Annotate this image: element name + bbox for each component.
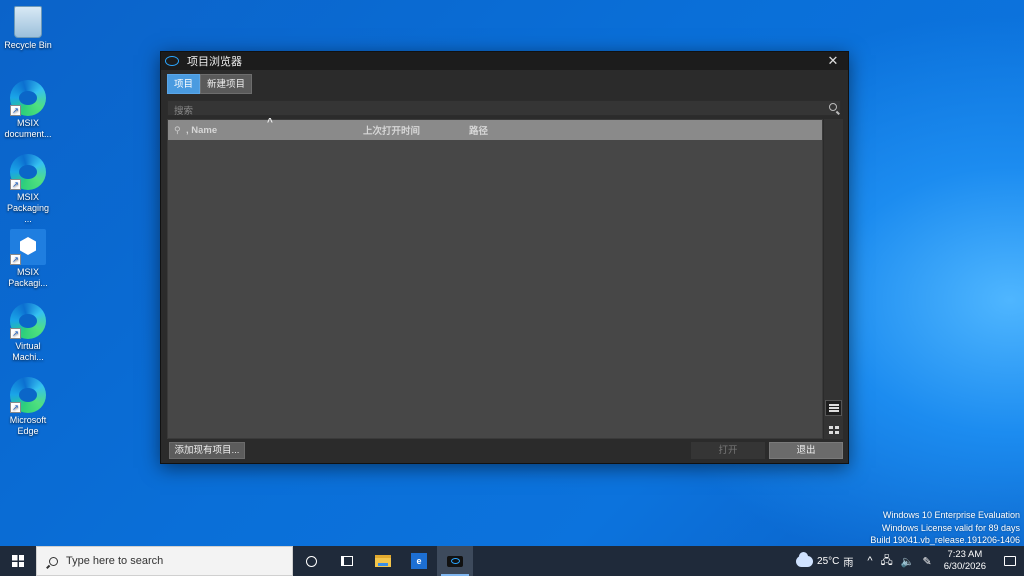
edge-icon: ↗ — [10, 377, 46, 413]
sort-ascending-icon: ^ — [267, 117, 273, 128]
project-browser-taskbar-button[interactable] — [437, 546, 473, 576]
watermark-build: Build 19041.vb_release.191206-1406 — [870, 535, 1020, 545]
open-button[interactable]: 打开 — [691, 442, 765, 459]
shortcut-arrow-icon: ↗ — [10, 328, 21, 339]
search-icon — [49, 556, 58, 566]
app-eye-icon — [447, 555, 463, 567]
start-button[interactable] — [0, 546, 36, 576]
package-icon: ↗ — [10, 229, 46, 265]
tab-bar: 项目 新建项目 — [167, 74, 253, 94]
desktop-icon-label: MSIX Packagi... — [8, 267, 48, 288]
folder-icon — [375, 555, 391, 567]
column-name-label: , Name — [186, 124, 218, 136]
grid-view-button[interactable] — [825, 422, 842, 438]
pin-icon: ⚲ — [174, 124, 181, 135]
weather-description: 雨 — [843, 557, 854, 569]
cortana-icon — [305, 555, 317, 567]
watermark-license: Windows License valid for 89 days — [881, 522, 1020, 533]
store-icon: e — [411, 553, 427, 569]
clock[interactable]: 7:23 AM 6/30/2026 — [944, 549, 986, 573]
pen-icon[interactable]: ✎ — [923, 555, 932, 568]
system-tray: 25°C 雨 ^ 🖧 🔈 ✎ 7:23 AM 6/30/2026 — [796, 546, 1024, 576]
desktop-icon-label: MSIX document... — [4, 118, 52, 139]
chevron-up-icon[interactable]: ^ — [867, 555, 872, 567]
weather-temperature: 25°C — [817, 555, 840, 567]
clock-date: 6/30/2026 — [943, 561, 986, 572]
taskbar: Type here to search e 25°C 雨 ^ 🖧 🔈 ✎ 7:2… — [0, 546, 1024, 576]
search-box — [167, 100, 841, 119]
volume-icon[interactable]: 🔈 — [901, 555, 915, 568]
desktop-icon-label: MSIX Packaging ... — [6, 192, 50, 224]
list-view-button[interactable] — [825, 400, 842, 416]
tab-new-project[interactable]: 新建项目 — [200, 74, 253, 94]
desktop-icon-msix-packaging-tool[interactable]: ↗ MSIX Packagi... — [2, 229, 54, 289]
weather-widget[interactable]: 25°C 雨 — [796, 551, 854, 569]
rain-cloud-icon — [796, 551, 814, 567]
edge-icon: ↗ — [10, 303, 46, 339]
column-header-last-opened[interactable]: 上次打开时间 — [363, 123, 420, 137]
recycle-bin-icon — [14, 6, 42, 38]
close-button[interactable]: ✕ — [818, 53, 848, 69]
column-header-name[interactable]: ⚲ , Name — [174, 125, 217, 136]
window-titlebar[interactable]: 项目浏览器 ✕ — [161, 52, 848, 70]
desktop-icon-label: Recycle Bin — [4, 40, 52, 50]
task-view-icon — [341, 556, 353, 566]
watermark-edition: Windows 10 Enterprise Evaluation — [882, 510, 1020, 520]
taskbar-search[interactable]: Type here to search — [36, 546, 293, 576]
desktop-icon-microsoft-edge[interactable]: ↗ Microsoft Edge — [2, 377, 54, 437]
shortcut-arrow-icon: ↗ — [10, 402, 21, 413]
notification-button[interactable] — [996, 546, 1024, 576]
file-explorer-button[interactable] — [365, 546, 401, 576]
desktop-icon-recycle-bin[interactable]: Recycle Bin — [2, 6, 54, 51]
grid-view-icon — [828, 426, 839, 434]
project-list[interactable]: ⚲ , Name ^ 上次打开时间 路径 — [167, 117, 823, 439]
list-header: ⚲ , Name ^ 上次打开时间 路径 — [168, 117, 822, 140]
desktop-icon-msix-document[interactable]: ↗ MSIX document... — [2, 80, 54, 140]
add-existing-project-button[interactable]: 添加现有项目... — [169, 442, 245, 459]
column-header-path[interactable]: 路径 — [469, 123, 488, 137]
shortcut-arrow-icon: ↗ — [10, 105, 21, 116]
desktop-icon-label: Microsoft Edge — [9, 415, 47, 436]
search-icon[interactable] — [829, 103, 837, 111]
shortcut-arrow-icon: ↗ — [10, 179, 21, 190]
shortcut-arrow-icon: ↗ — [10, 254, 21, 265]
cortana-button[interactable] — [293, 546, 329, 576]
windows-watermark: Windows 10 Enterprise Evaluation Windows… — [870, 509, 1020, 547]
notification-icon — [1004, 556, 1016, 566]
windows-logo-icon — [12, 555, 24, 567]
desktop-icon-msix-packaging[interactable]: ↗ MSIX Packaging ... — [2, 154, 54, 225]
edge-icon: ↗ — [10, 80, 46, 116]
network-icon[interactable]: 🖧 — [881, 552, 893, 571]
view-options-panel — [824, 119, 843, 439]
exit-button[interactable]: 退出 — [769, 442, 843, 459]
store-button[interactable]: e — [401, 546, 437, 576]
taskbar-search-placeholder: Type here to search — [66, 555, 164, 567]
window-title: 项目浏览器 — [187, 56, 242, 68]
task-view-button[interactable] — [329, 546, 365, 576]
edge-icon: ↗ — [10, 154, 46, 190]
app-eye-icon — [165, 56, 179, 66]
project-browser-window: 项目浏览器 ✕ 项目 新建项目 ⚲ , Name ^ 上次打开时间 路径 添加现… — [160, 51, 849, 464]
list-view-icon — [828, 404, 839, 412]
tab-projects[interactable]: 项目 — [167, 74, 201, 94]
desktop-icon-virtual-machine[interactable]: ↗ Virtual Machi... — [2, 303, 54, 363]
desktop-icon-label: Virtual Machi... — [12, 341, 44, 362]
clock-time: 7:23 AM — [947, 549, 983, 560]
